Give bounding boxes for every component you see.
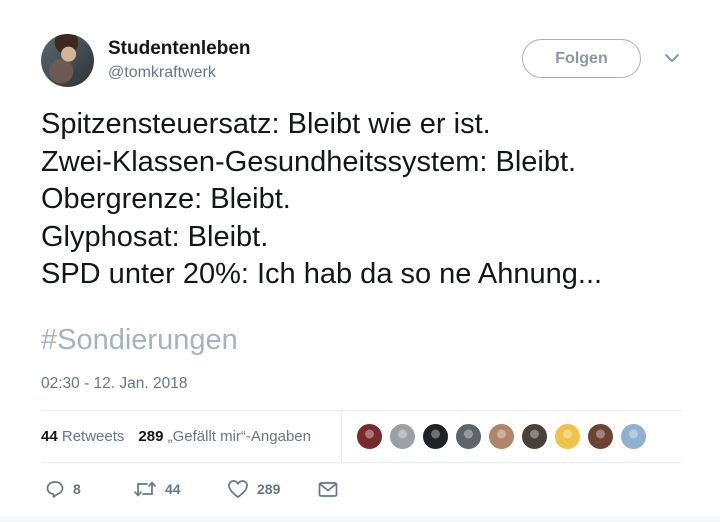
reply-count: 8 <box>73 481 81 497</box>
reply-icon <box>46 481 64 498</box>
liker-avatar-5[interactable] <box>488 423 515 450</box>
tweet-line: Zwei-Klassen-Gesundheitssystem: Bleibt. <box>41 145 577 178</box>
liker-avatars <box>356 423 653 451</box>
tweet-line: Spitzensteuersatz: Bleibt wie er ist. <box>41 108 491 140</box>
divider <box>341 410 342 463</box>
liker-avatar-4[interactable] <box>455 423 482 450</box>
divider <box>41 462 681 463</box>
liker-avatar-1[interactable] <box>356 423 383 450</box>
tweet-line: SPD unter 20%: Ich hab da so ne Ahnung..… <box>41 258 603 290</box>
divider <box>41 410 681 411</box>
follow-button[interactable]: Folgen <box>522 39 641 78</box>
tweet-line: Glyphosat: Bleibt. <box>41 220 269 253</box>
hashtag-link[interactable]: #Sondierungen <box>41 324 238 357</box>
like-button[interactable]: 289 <box>227 479 280 499</box>
timestamp[interactable]: 02:30 - 12. Jan. 2018 <box>41 375 188 393</box>
retweet-icon <box>134 481 156 497</box>
liker-avatar-9[interactable] <box>620 423 647 450</box>
like-count: 289 <box>257 481 281 497</box>
retweets-label: Retweets <box>61 428 125 445</box>
tweet-card: Studentenleben @tomkraftwerk Folgen Spit… <box>0 0 720 522</box>
likes-count: 289 <box>138 428 164 445</box>
user-handle[interactable]: @tomkraftwerk <box>108 64 216 82</box>
tweet-line: Obergrenze: Bleibt. <box>41 183 291 215</box>
footer-strip <box>0 516 720 522</box>
liker-avatar-7[interactable] <box>554 423 581 450</box>
chevron-down-icon[interactable] <box>663 51 681 65</box>
liker-avatar-6[interactable] <box>521 423 548 450</box>
tweet-text: Spitzensteuersatz: Bleibt wie er ist. Zw… <box>41 106 602 294</box>
avatar[interactable] <box>41 34 94 87</box>
reply-button[interactable]: 8 <box>45 479 81 499</box>
retweet-count: 44 <box>165 481 181 497</box>
likes-stat[interactable]: 289 „Gefällt mir“-Angaben <box>138 428 311 445</box>
retweets-count: 44 <box>41 428 58 445</box>
retweets-stat[interactable]: 44 Retweets <box>41 428 124 445</box>
liker-avatar-3[interactable] <box>422 423 449 450</box>
engagement-stats: 44 Retweets 289 „Gefällt mir“-Angaben <box>41 428 311 445</box>
likes-label: „Gefällt mir“-Angaben <box>167 428 311 445</box>
liker-avatar-2[interactable] <box>389 423 416 450</box>
retweet-button[interactable]: 44 <box>133 479 181 499</box>
liker-avatar-8[interactable] <box>587 423 614 450</box>
envelope-icon <box>318 482 338 497</box>
display-name[interactable]: Studentenleben <box>108 38 251 60</box>
direct-message-button[interactable] <box>317 479 339 499</box>
heart-icon <box>228 480 248 498</box>
